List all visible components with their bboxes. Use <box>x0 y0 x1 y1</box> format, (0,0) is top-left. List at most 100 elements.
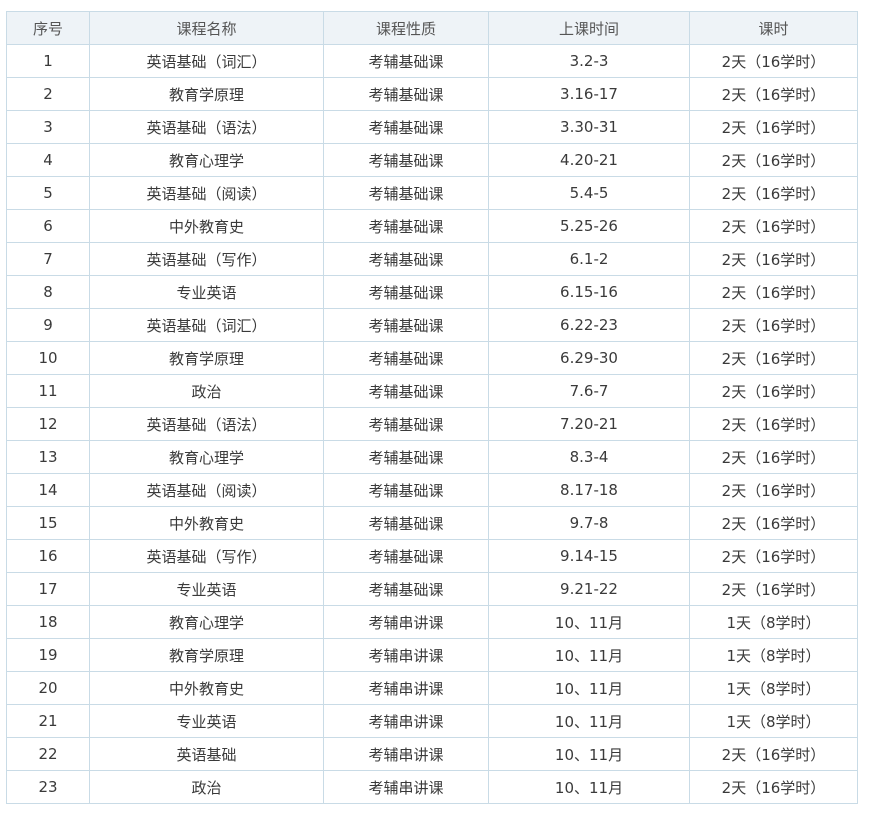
cell-hours: 1天（8学时） <box>689 671 858 705</box>
table-row: 23 政治 考辅串讲课 10、11月 2天（16学时） <box>6 770 858 804</box>
table-row: 15 中外教育史 考辅基础课 9.7-8 2天（16学时） <box>6 506 858 540</box>
cell-course-name: 专业英语 <box>89 275 324 309</box>
header-course-type: 课程性质 <box>323 11 489 45</box>
cell-course-name: 英语基础（写作） <box>89 242 324 276</box>
cell-hours: 2天（16学时） <box>689 44 858 78</box>
cell-hours: 2天（16学时） <box>689 341 858 375</box>
cell-index: 2 <box>6 77 90 111</box>
table-row: 11 政治 考辅基础课 7.6-7 2天（16学时） <box>6 374 858 408</box>
cell-course-type: 考辅基础课 <box>323 110 489 144</box>
cell-course-name: 中外教育史 <box>89 671 324 705</box>
cell-course-type: 考辅基础课 <box>323 341 489 375</box>
cell-index: 12 <box>6 407 90 441</box>
table-row: 6 中外教育史 考辅基础课 5.25-26 2天（16学时） <box>6 209 858 243</box>
cell-course-type: 考辅串讲课 <box>323 770 489 804</box>
cell-index: 5 <box>6 176 90 210</box>
cell-hours: 2天（16学时） <box>689 539 858 573</box>
cell-course-name: 政治 <box>89 374 324 408</box>
cell-index: 15 <box>6 506 90 540</box>
cell-class-time: 9.21-22 <box>488 572 690 606</box>
cell-hours: 2天（16学时） <box>689 308 858 342</box>
course-schedule-container: 序号 课程名称 课程性质 上课时间 课时 1 英语基础（词汇） 考辅基础课 3.2-3… <box>6 11 858 804</box>
cell-index: 10 <box>6 341 90 375</box>
cell-index: 1 <box>6 44 90 78</box>
cell-course-name: 英语基础（语法） <box>89 407 324 441</box>
table-row: 8 专业英语 考辅基础课 6.15-16 2天（16学时） <box>6 275 858 309</box>
cell-course-type: 考辅基础课 <box>323 407 489 441</box>
cell-index: 4 <box>6 143 90 177</box>
cell-class-time: 5.25-26 <box>488 209 690 243</box>
table-row: 12 英语基础（语法） 考辅基础课 7.20-21 2天（16学时） <box>6 407 858 441</box>
cell-course-type: 考辅基础课 <box>323 473 489 507</box>
cell-course-name: 英语基础（阅读） <box>89 176 324 210</box>
cell-index: 8 <box>6 275 90 309</box>
cell-course-type: 考辅基础课 <box>323 176 489 210</box>
cell-class-time: 10、11月 <box>488 737 690 771</box>
cell-class-time: 10、11月 <box>488 770 690 804</box>
cell-class-time: 5.4-5 <box>488 176 690 210</box>
cell-course-name: 英语基础（词汇） <box>89 44 324 78</box>
table-header-row: 序号 课程名称 课程性质 上课时间 课时 <box>6 11 858 45</box>
cell-class-time: 8.3-4 <box>488 440 690 474</box>
cell-course-type: 考辅串讲课 <box>323 605 489 639</box>
table-row: 7 英语基础（写作） 考辅基础课 6.1-2 2天（16学时） <box>6 242 858 276</box>
cell-course-type: 考辅基础课 <box>323 242 489 276</box>
header-index: 序号 <box>6 11 90 45</box>
cell-hours: 2天（16学时） <box>689 572 858 606</box>
cell-class-time: 7.20-21 <box>488 407 690 441</box>
header-hours: 课时 <box>689 11 858 45</box>
cell-hours: 2天（16学时） <box>689 143 858 177</box>
cell-hours: 2天（16学时） <box>689 209 858 243</box>
cell-index: 18 <box>6 605 90 639</box>
cell-class-time: 10、11月 <box>488 704 690 738</box>
cell-hours: 2天（16学时） <box>689 77 858 111</box>
header-class-time: 上课时间 <box>488 11 690 45</box>
cell-course-type: 考辅基础课 <box>323 506 489 540</box>
table-body: 1 英语基础（词汇） 考辅基础课 3.2-3 2天（16学时） 2 教育学原理 考辅基础课 3.… <box>6 44 858 804</box>
cell-index: 9 <box>6 308 90 342</box>
cell-class-time: 10、11月 <box>488 671 690 705</box>
cell-course-name: 英语基础 <box>89 737 324 771</box>
cell-course-type: 考辅基础课 <box>323 374 489 408</box>
table-row: 2 教育学原理 考辅基础课 3.16-17 2天（16学时） <box>6 77 858 111</box>
cell-course-type: 考辅基础课 <box>323 308 489 342</box>
cell-class-time: 3.2-3 <box>488 44 690 78</box>
cell-course-name: 专业英语 <box>89 704 324 738</box>
cell-hours: 1天（8学时） <box>689 704 858 738</box>
table-row: 22 英语基础 考辅串讲课 10、11月 2天（16学时） <box>6 737 858 771</box>
cell-index: 17 <box>6 572 90 606</box>
cell-course-type: 考辅基础课 <box>323 209 489 243</box>
table-row: 4 教育心理学 考辅基础课 4.20-21 2天（16学时） <box>6 143 858 177</box>
cell-hours: 2天（16学时） <box>689 407 858 441</box>
cell-course-name: 英语基础（词汇） <box>89 308 324 342</box>
cell-course-name: 教育心理学 <box>89 143 324 177</box>
cell-course-name: 教育学原理 <box>89 638 324 672</box>
table-row: 16 英语基础（写作） 考辅基础课 9.14-15 2天（16学时） <box>6 539 858 573</box>
cell-hours: 2天（16学时） <box>689 242 858 276</box>
cell-class-time: 4.20-21 <box>488 143 690 177</box>
cell-course-type: 考辅基础课 <box>323 440 489 474</box>
cell-course-name: 专业英语 <box>89 572 324 606</box>
table-row: 1 英语基础（词汇） 考辅基础课 3.2-3 2天（16学时） <box>6 44 858 78</box>
cell-hours: 2天（16学时） <box>689 473 858 507</box>
cell-hours: 2天（16学时） <box>689 770 858 804</box>
cell-class-time: 10、11月 <box>488 638 690 672</box>
table-row: 20 中外教育史 考辅串讲课 10、11月 1天（8学时） <box>6 671 858 705</box>
cell-course-name: 教育心理学 <box>89 605 324 639</box>
cell-course-type: 考辅串讲课 <box>323 737 489 771</box>
header-course-name: 课程名称 <box>89 11 324 45</box>
cell-class-time: 10、11月 <box>488 605 690 639</box>
cell-class-time: 9.7-8 <box>488 506 690 540</box>
cell-hours: 2天（16学时） <box>689 374 858 408</box>
cell-course-type: 考辅基础课 <box>323 143 489 177</box>
cell-index: 6 <box>6 209 90 243</box>
cell-course-type: 考辅基础课 <box>323 539 489 573</box>
cell-course-type: 考辅基础课 <box>323 44 489 78</box>
table-row: 9 英语基础（词汇） 考辅基础课 6.22-23 2天（16学时） <box>6 308 858 342</box>
table-row: 10 教育学原理 考辅基础课 6.29-30 2天（16学时） <box>6 341 858 375</box>
cell-index: 19 <box>6 638 90 672</box>
table-row: 19 教育学原理 考辅串讲课 10、11月 1天（8学时） <box>6 638 858 672</box>
cell-hours: 2天（16学时） <box>689 737 858 771</box>
cell-class-time: 3.30-31 <box>488 110 690 144</box>
cell-course-name: 英语基础（语法） <box>89 110 324 144</box>
